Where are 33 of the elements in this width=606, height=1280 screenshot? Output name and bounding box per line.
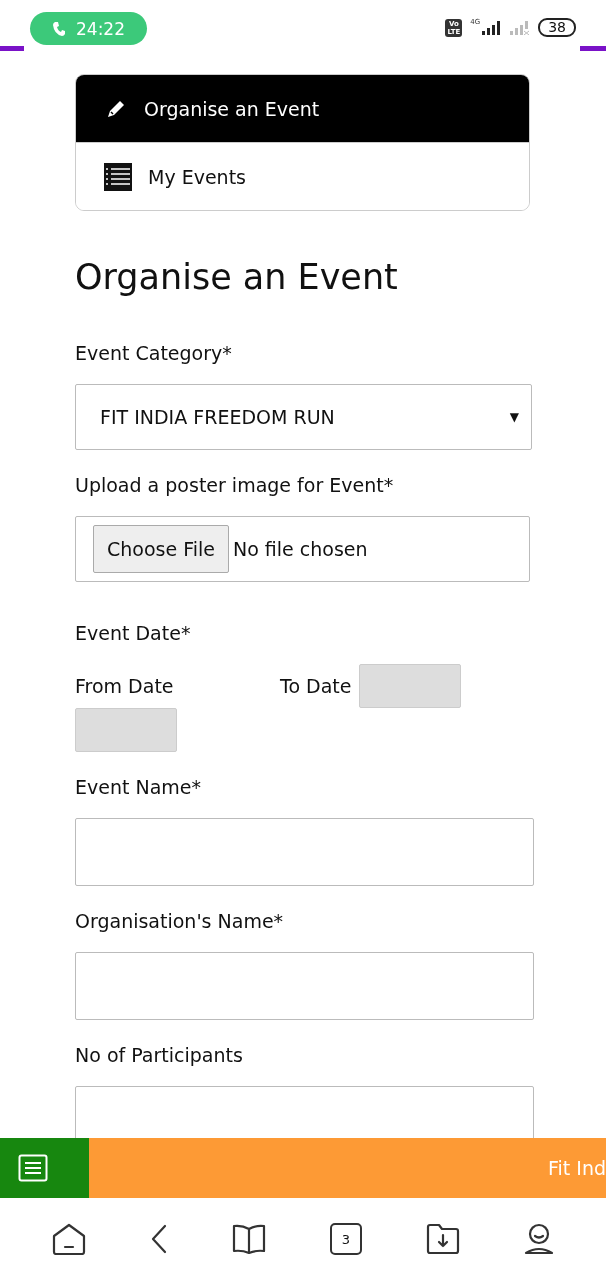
- page-title: Organise an Event: [75, 256, 399, 299]
- battery-indicator: 38: [538, 18, 576, 37]
- field-label: To Date: [280, 674, 352, 699]
- menu-item[interactable]: Organise an Event: [76, 75, 529, 142]
- field-label: Event Date*: [75, 621, 191, 646]
- signal-icon: [482, 20, 503, 35]
- signal-icon: [510, 20, 531, 35]
- menu-item[interactable]: My Events: [76, 142, 529, 210]
- phone-icon: [52, 20, 66, 37]
- list-icon: [104, 162, 132, 191]
- menu-icon[interactable]: [18, 1154, 48, 1182]
- field-label: Organisation's Name*: [75, 909, 284, 934]
- download-folder-icon[interactable]: [426, 1223, 460, 1255]
- input-field[interactable]: [75, 952, 534, 1020]
- home-icon[interactable]: [52, 1223, 86, 1255]
- input-field[interactable]: [75, 1086, 534, 1138]
- book-icon[interactable]: [232, 1223, 266, 1255]
- date-field[interactable]: [75, 708, 177, 752]
- category-dropdown[interactable]: FIT INDIA FREEDOM RUN ▼: [75, 384, 532, 450]
- field-label: No of Participants: [75, 1043, 243, 1068]
- input-field[interactable]: [75, 818, 534, 886]
- tabs-button[interactable]: 3: [330, 1223, 362, 1255]
- back-icon[interactable]: [150, 1223, 168, 1255]
- profile-icon[interactable]: [524, 1223, 554, 1255]
- file-status: No file chosen: [233, 538, 368, 560]
- field-label: Upload a poster image for Event*: [75, 473, 394, 498]
- choose-file-button[interactable]: Choose File: [93, 525, 229, 573]
- field-label: Event Category*: [75, 341, 232, 366]
- banner-text: Fit Ind: [546, 1157, 606, 1179]
- field-label: Event Name*: [75, 775, 202, 800]
- field-label: From Date: [75, 674, 175, 699]
- call-time: 24:22: [76, 18, 125, 39]
- date-field[interactable]: [359, 664, 462, 708]
